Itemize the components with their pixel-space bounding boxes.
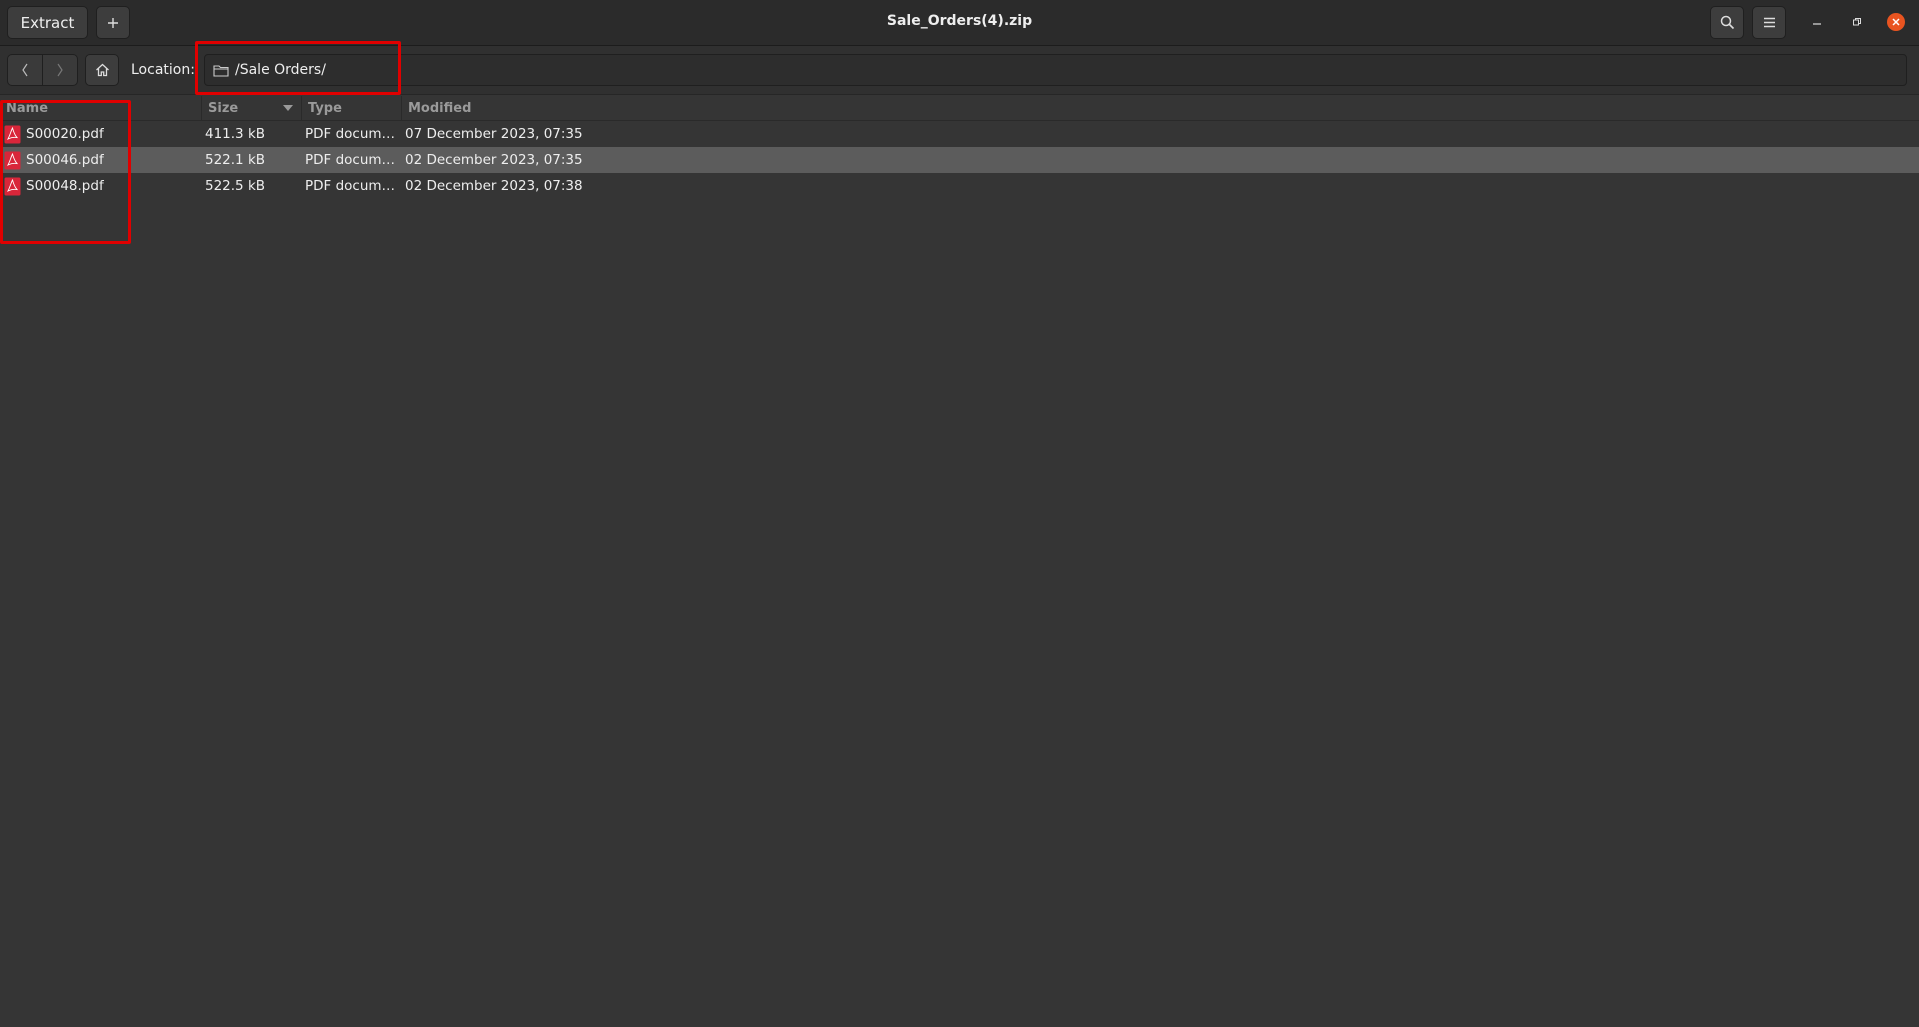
chevron-right-icon — [57, 63, 63, 77]
pdf-icon — [4, 151, 21, 169]
file-list: S00020.pdf 411.3 kB PDF docum… 07 Decemb… — [0, 121, 1919, 199]
navigation-buttons — [7, 54, 78, 86]
column-header-name[interactable]: Name — [0, 96, 202, 120]
column-header-modified[interactable]: Modified — [402, 96, 702, 120]
column-header-size-label: Size — [208, 100, 239, 116]
restore-icon — [1853, 18, 1861, 26]
forward-button[interactable] — [43, 55, 77, 85]
file-modified: 02 December 2023, 07:38 — [405, 178, 583, 194]
pdf-icon — [4, 177, 21, 195]
file-row[interactable]: S00048.pdf 522.5 kB PDF docum… 02 Decemb… — [0, 173, 1919, 199]
header-bar: Extract Sale_Orders(4).zip — [0, 0, 1919, 46]
close-icon — [1892, 18, 1900, 26]
file-modified: 02 December 2023, 07:35 — [405, 152, 583, 168]
file-row[interactable]: S00020.pdf 411.3 kB PDF docum… 07 Decemb… — [0, 121, 1919, 147]
folder-icon — [213, 64, 229, 77]
home-button[interactable] — [85, 54, 119, 86]
file-type: PDF docum… — [305, 152, 396, 168]
file-name-cell: S00046.pdf — [4, 147, 200, 173]
column-header-size[interactable]: Size — [202, 96, 302, 120]
file-name: S00020.pdf — [26, 126, 104, 142]
location-path-field[interactable]: /Sale Orders/ — [204, 54, 1907, 86]
archive-manager-window: Extract Sale_Orders(4).zip Location: /Sa… — [0, 0, 1919, 1027]
search-icon — [1720, 15, 1734, 30]
file-list-header: Name Size Type Modified — [0, 96, 1919, 121]
minimize-button[interactable] — [1808, 13, 1826, 31]
chevron-left-icon — [22, 63, 28, 77]
file-name: S00046.pdf — [26, 152, 104, 168]
window-title: Sale_Orders(4).zip — [886, 13, 1033, 29]
location-path: /Sale Orders/ — [235, 62, 326, 78]
file-size: 411.3 kB — [205, 126, 266, 142]
close-button[interactable] — [1887, 13, 1905, 31]
file-row[interactable]: S00046.pdf 522.1 kB PDF docum… 02 Decemb… — [0, 147, 1919, 173]
file-name-cell: S00048.pdf — [4, 173, 200, 199]
file-name-cell: S00020.pdf — [4, 121, 200, 147]
home-icon — [95, 63, 109, 77]
file-size: 522.1 kB — [205, 152, 266, 168]
hamburger-menu-icon — [1763, 17, 1775, 28]
file-type: PDF docum… — [305, 126, 396, 142]
minimize-icon — [1813, 23, 1821, 25]
sort-descending-icon — [283, 105, 293, 111]
file-size: 522.5 kB — [205, 178, 266, 194]
back-button[interactable] — [8, 55, 43, 85]
file-name: S00048.pdf — [26, 178, 104, 194]
location-bar: Location: /Sale Orders/ — [0, 46, 1919, 95]
location-label: Location: — [131, 62, 195, 78]
column-header-type[interactable]: Type — [302, 96, 402, 120]
pdf-icon — [4, 125, 21, 143]
file-type: PDF docum… — [305, 178, 396, 194]
main-menu-button[interactable] — [1752, 6, 1786, 39]
file-modified: 07 December 2023, 07:35 — [405, 126, 583, 142]
search-button[interactable] — [1710, 6, 1744, 39]
restore-button[interactable] — [1848, 13, 1866, 31]
